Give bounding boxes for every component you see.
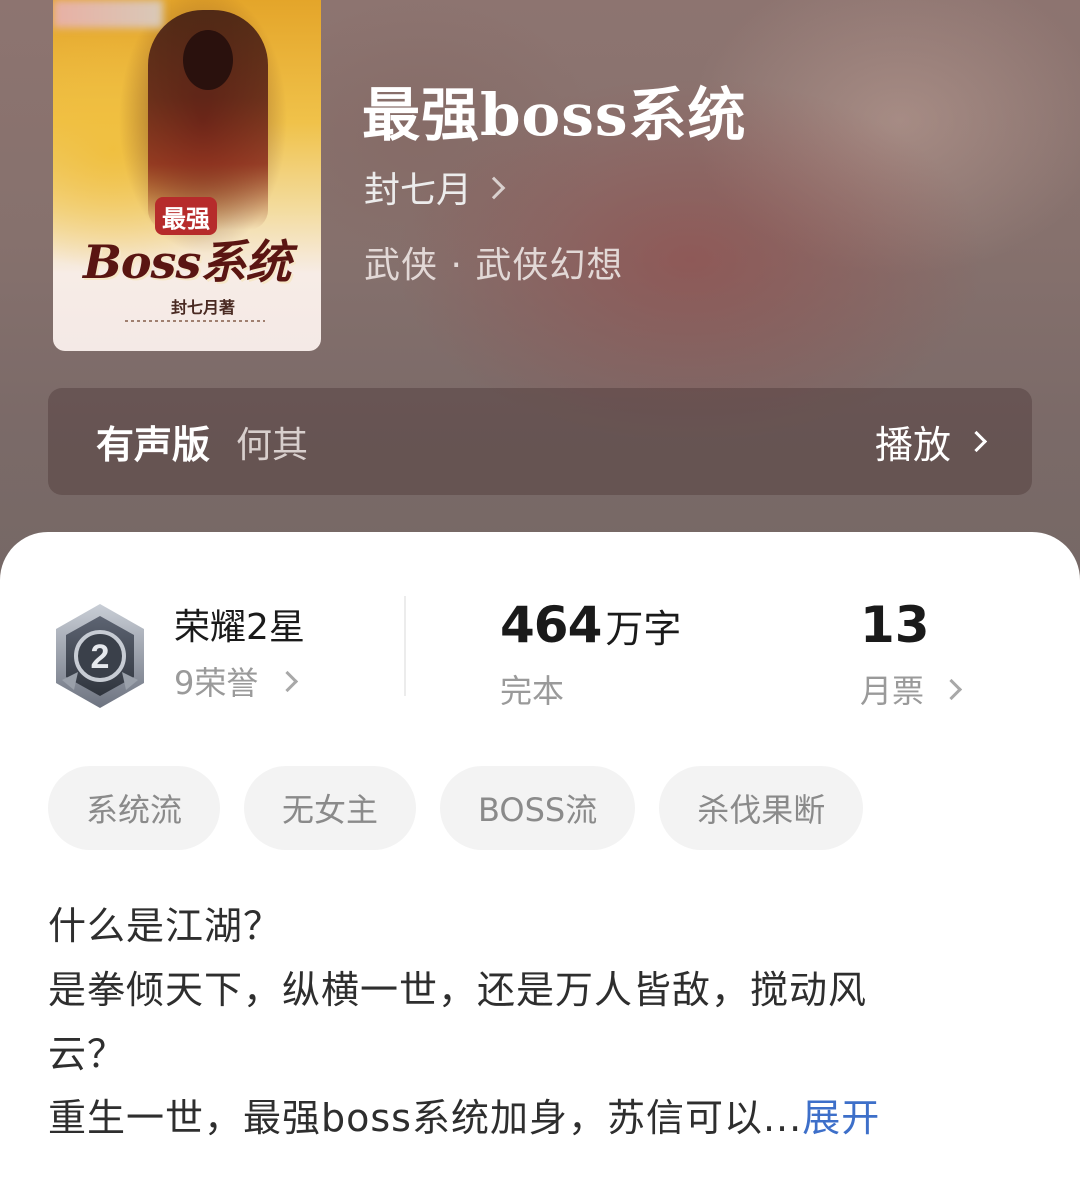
author-name: 封七月 [364, 170, 473, 211]
tag-chip[interactable]: 系统流 [48, 766, 221, 850]
tag-chip[interactable]: BOSS流 [440, 766, 636, 850]
honor-count-row: 9荣誉 [174, 658, 299, 704]
stats-row: 2 荣耀2星 9荣誉 464 万字 完本 13 月票 [0, 596, 1080, 716]
cover-author: 封七月著 [170, 298, 235, 317]
synopsis: 什么是江湖？ 是拳倾天下，纵横一世，还是万人皆敌，搅动风 云？ 重生一世，最强b… [48, 894, 1008, 1150]
audio-label: 有声版 [96, 423, 211, 467]
word-count-number: 464 [500, 596, 602, 654]
synopsis-line-text: 重生一世，最强boss系统加身，苏信可以... [48, 1096, 803, 1140]
synopsis-line: 什么是江湖？ [48, 904, 283, 948]
play-label: 播放 [874, 423, 951, 467]
chevron-right-icon [482, 176, 506, 200]
cover-blurred-corner [53, 0, 163, 28]
book-title: 最强boss系统 [362, 81, 747, 149]
book-info-card: 2 荣耀2星 9荣誉 464 万字 完本 13 月票 系统流 无女主 BOSS流… [0, 532, 1080, 1185]
cover-character-head [183, 30, 233, 90]
monthly-ticket-row: 月票 [860, 666, 963, 712]
book-status: 完本 [500, 672, 565, 710]
chevron-right-icon [940, 678, 963, 700]
expand-link[interactable]: 展开 [802, 1096, 880, 1140]
cover-title-big: Boss系统 [83, 235, 291, 289]
cover-decoration [125, 320, 265, 322]
audio-narrator: 何其 [236, 424, 309, 466]
badge-level: 2 [91, 638, 110, 676]
honor-badge-icon: 2 [56, 604, 144, 708]
monthly-ticket-number: 13 [860, 596, 930, 654]
tag-chip[interactable]: 无女主 [244, 766, 417, 850]
synopsis-line: 是拳倾天下，纵横一世，还是万人皆敌，搅动风 [48, 968, 868, 1012]
tag-list: 系统流 无女主 BOSS流 杀伐果断 [48, 766, 864, 850]
book-genre[interactable]: 武侠 · 武侠幻想 [364, 236, 623, 288]
monthly-ticket-section[interactable]: 13 月票 [860, 596, 963, 710]
honor-count: 9荣誉 [174, 664, 259, 702]
honor-section[interactable]: 2 荣耀2星 9荣誉 [52, 596, 392, 716]
honor-title: 荣耀2星 [174, 607, 305, 648]
tag-chip[interactable]: 杀伐果断 [659, 766, 864, 850]
audio-version-bar[interactable]: 有声版 何其 播放 [48, 388, 1032, 495]
author-link[interactable]: 封七月 [364, 165, 506, 211]
monthly-ticket-label: 月票 [860, 672, 925, 710]
word-count-unit: 万字 [605, 607, 682, 651]
word-count-section: 464 万字 完本 [500, 596, 682, 710]
book-cover[interactable]: 最强 Boss系统 封七月著 [53, 0, 321, 351]
chevron-right-icon [965, 430, 988, 453]
chevron-right-icon [277, 670, 299, 692]
synopsis-line-last: 重生一世，最强boss系统加身，苏信可以...展开 [48, 1086, 1008, 1150]
synopsis-line: 云？ [48, 1032, 127, 1076]
stats-divider [404, 596, 406, 696]
play-button[interactable]: 播放 [874, 414, 988, 469]
